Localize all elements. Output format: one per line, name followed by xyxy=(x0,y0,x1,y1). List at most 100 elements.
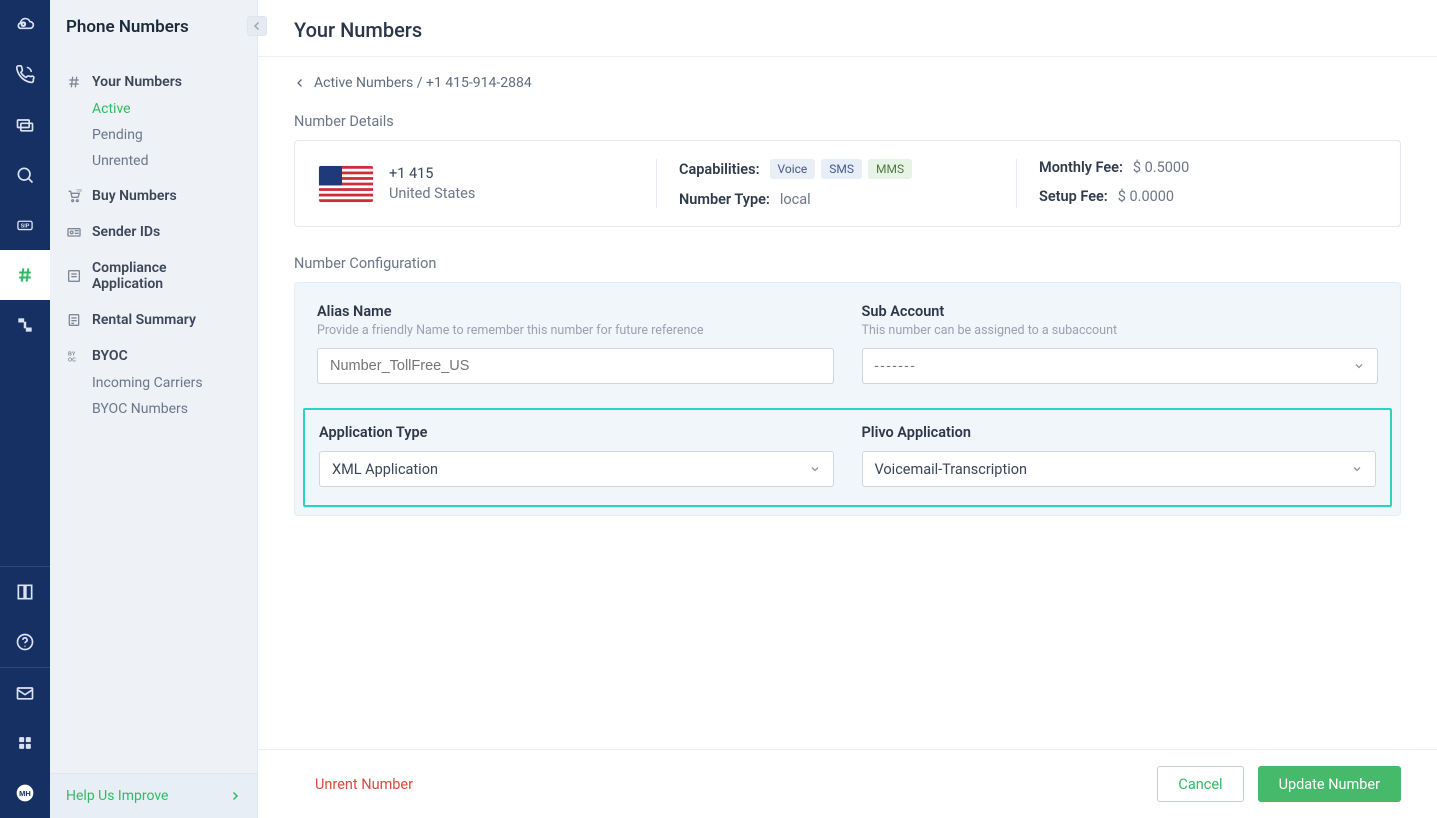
subaccount-label: Sub Account xyxy=(862,303,1379,320)
flag-us-icon xyxy=(319,166,373,202)
nav-byoc[interactable]: BYOC BYOC xyxy=(66,342,241,370)
sidebar-title: Phone Numbers xyxy=(50,0,257,54)
rail-apps[interactable] xyxy=(0,718,50,768)
help-icon xyxy=(15,632,35,652)
breadcrumb-parent: Active Numbers xyxy=(314,75,413,91)
svg-text:BY: BY xyxy=(68,351,76,357)
app-type-label: Application Type xyxy=(319,424,834,441)
setup-fee-row: Setup Fee: $ 0.0000 xyxy=(1039,188,1354,205)
sidebar-nav: Your Numbers Active Pending Unrented 123… xyxy=(50,54,257,422)
chevron-down-icon xyxy=(1351,463,1363,475)
collapse-sidebar-button[interactable] xyxy=(247,16,267,36)
breadcrumb-text: Active Numbers / +1 415-914-2884 xyxy=(314,75,532,91)
setup-fee-label: Setup Fee: xyxy=(1039,188,1108,205)
nav-your-numbers[interactable]: Your Numbers xyxy=(66,68,241,96)
unrent-number-button[interactable]: Unrent Number xyxy=(294,766,434,802)
rail-help[interactable] xyxy=(0,617,50,667)
country-name: United States xyxy=(389,185,475,202)
nav-active[interactable]: Active xyxy=(92,96,241,122)
capabilities-row: Capabilities: Voice SMS MMS xyxy=(679,159,994,179)
number-type-label: Number Type: xyxy=(679,191,770,208)
rail-voice[interactable] xyxy=(0,50,50,100)
summary-icon xyxy=(66,312,82,328)
nav-buy-numbers[interactable]: 123 Buy Numbers xyxy=(66,182,241,210)
setup-fee-value: $ 0.0000 xyxy=(1118,188,1174,205)
chevron-left-icon xyxy=(294,77,306,89)
update-number-button[interactable]: Update Number xyxy=(1258,766,1401,802)
nav-sender-ids-label: Sender IDs xyxy=(92,224,160,240)
rail-account[interactable]: MH xyxy=(0,768,50,818)
cancel-button[interactable]: Cancel xyxy=(1157,766,1243,802)
badge-voice: Voice xyxy=(770,159,816,179)
main: Your Numbers Active Numbers / +1 415-914… xyxy=(258,0,1437,818)
rail-zentrunk[interactable] xyxy=(0,300,50,350)
breadcrumb-sep: / xyxy=(413,75,426,91)
app-type-select[interactable]: XML Application xyxy=(319,451,834,487)
alias-hint: Provide a friendly Name to remember this… xyxy=(317,323,834,338)
apps-icon xyxy=(15,733,35,753)
rail-sip[interactable]: SIP xyxy=(0,200,50,250)
nav-unrented[interactable]: Unrented xyxy=(92,148,241,174)
breadcrumb-current: +1 415-914-2884 xyxy=(426,75,532,91)
rail-messaging[interactable] xyxy=(0,100,50,150)
plivo-app-label: Plivo Application xyxy=(862,424,1377,441)
nav-group-byoc: BYOC BYOC Incoming Carriers BYOC Numbers xyxy=(50,334,257,422)
nav-rental[interactable]: Rental Summary xyxy=(66,306,241,334)
rail-support-ticket[interactable] xyxy=(0,668,50,718)
nav-pending[interactable]: Pending xyxy=(92,122,241,148)
help-us-improve[interactable]: Help Us Improve xyxy=(50,773,257,818)
field-app-type: Application Type XML Application xyxy=(319,424,834,487)
nav-your-numbers-sub: Active Pending Unrented xyxy=(66,96,241,174)
rail-docs[interactable] xyxy=(0,567,50,617)
number-config-card: Alias Name Provide a friendly Name to re… xyxy=(294,282,1401,516)
app-type-value: XML Application xyxy=(332,461,438,478)
chevron-down-icon xyxy=(809,463,821,475)
main-footer: Unrent Number Cancel Update Number xyxy=(258,749,1437,818)
hash-icon xyxy=(66,74,82,90)
alias-input[interactable] xyxy=(317,348,834,384)
svg-text:OC: OC xyxy=(68,357,76,363)
monthly-fee-label: Monthly Fee: xyxy=(1039,159,1123,176)
chevron-down-icon xyxy=(1353,360,1365,372)
rail-lookup[interactable] xyxy=(0,150,50,200)
plivo-app-value: Voicemail-Transcription xyxy=(875,461,1028,478)
nav-compliance[interactable]: Compliance Application xyxy=(66,254,241,298)
badge-mms: MMS xyxy=(868,159,912,179)
svg-text:SIP: SIP xyxy=(21,224,30,230)
sidebar-title-text: Phone Numbers xyxy=(66,17,189,37)
plivo-app-select[interactable]: Voicemail-Transcription xyxy=(862,451,1377,487)
help-us-improve-label: Help Us Improve xyxy=(66,788,168,804)
number-details-card: +1 415 United States Capabilities: Voice… xyxy=(294,140,1401,227)
nav-byoc-sub: Incoming Carriers BYOC Numbers xyxy=(66,370,241,422)
number-type-row: Number Type: local xyxy=(679,191,994,208)
main-header: Your Numbers xyxy=(258,0,1437,57)
nav-buy-numbers-label: Buy Numbers xyxy=(92,188,177,204)
nav-group-compliance: Compliance Application xyxy=(50,246,257,298)
nav-incoming-carriers[interactable]: Incoming Carriers xyxy=(92,370,241,396)
monthly-fee-value: $ 0.5000 xyxy=(1133,159,1189,176)
subaccount-value: ------- xyxy=(875,358,917,375)
main-body: Active Numbers / +1 415-914-2884 Number … xyxy=(258,57,1437,749)
page-title: Your Numbers xyxy=(294,18,1401,42)
application-highlight: Application Type XML Application Plivo A… xyxy=(303,408,1392,507)
section-config-label: Number Configuration xyxy=(294,255,1401,272)
field-plivo-app: Plivo Application Voicemail-Transcriptio… xyxy=(862,424,1377,487)
rail-phone-numbers[interactable] xyxy=(0,250,50,300)
chevron-left-icon xyxy=(251,20,263,32)
nav-rental-label: Rental Summary xyxy=(92,312,196,328)
config-grid: Alias Name Provide a friendly Name to re… xyxy=(317,303,1378,493)
nav-group-your-numbers: Your Numbers Active Pending Unrented xyxy=(50,60,257,174)
nav-sender-ids[interactable]: Sender IDs xyxy=(66,218,241,246)
nav-byoc-numbers[interactable]: BYOC Numbers xyxy=(92,396,241,422)
nav-group-sender-ids: Sender IDs xyxy=(50,210,257,246)
section-details-label: Number Details xyxy=(294,113,1401,130)
app-root: SIP MH Phone Numbers xyxy=(0,0,1437,818)
trunk-icon xyxy=(15,315,35,335)
sip-icon: SIP xyxy=(15,215,35,235)
byoc-icon: BYOC xyxy=(66,348,82,364)
breadcrumb[interactable]: Active Numbers / +1 415-914-2884 xyxy=(294,75,1401,91)
subaccount-select[interactable]: ------- xyxy=(862,348,1379,384)
rail-logo[interactable] xyxy=(0,0,50,50)
nav-group-buy-numbers: 123 Buy Numbers xyxy=(50,174,257,210)
capability-badges: Voice SMS MMS xyxy=(770,159,913,179)
